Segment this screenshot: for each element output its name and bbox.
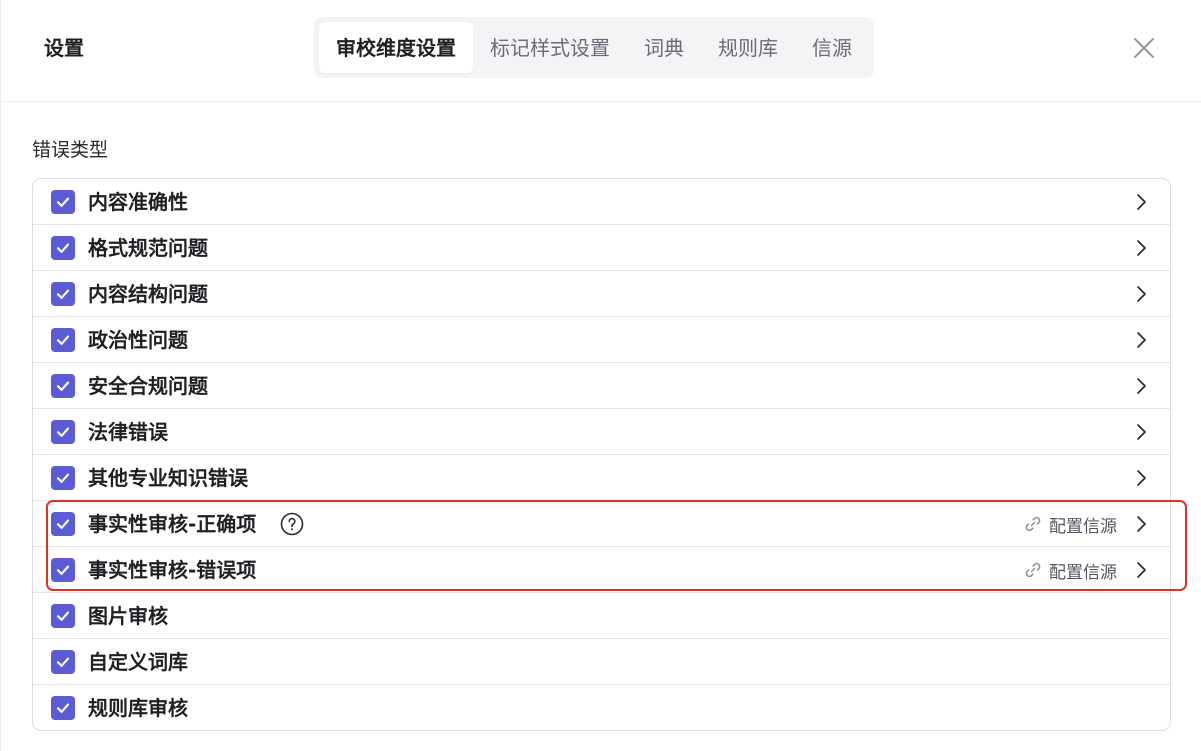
error-type-row[interactable]: 政治性问题 — [33, 317, 1170, 363]
dialog-title: 设置 — [44, 36, 84, 60]
error-type-row[interactable]: 内容结构问题 — [33, 271, 1170, 317]
check-icon — [56, 657, 70, 667]
checkbox[interactable] — [51, 190, 75, 214]
error-type-row[interactable]: 安全合规问题 — [33, 363, 1170, 409]
error-type-label: 事实性审核-错误项 — [88, 558, 257, 582]
settings-dialog: 设置 审校维度设置 标记样式设置 词典 规则库 信源 错误类型 内容准确性格式规… — [0, 0, 1201, 751]
link-icon — [1023, 514, 1043, 534]
chevron-right-icon[interactable] — [1130, 421, 1152, 443]
error-type-label: 事实性审核-正确项 — [88, 512, 257, 536]
error-type-row[interactable]: 格式规范问题 — [33, 225, 1170, 271]
chevron-right-icon[interactable] — [1130, 191, 1152, 213]
error-type-label: 自定义词库 — [88, 650, 188, 674]
chevron-right-icon[interactable] — [1130, 329, 1152, 351]
chevron-right-icon[interactable] — [1130, 283, 1152, 305]
error-type-label: 安全合规问题 — [88, 374, 208, 398]
chevron-right-icon[interactable] — [1130, 467, 1152, 489]
error-type-label: 其他专业知识错误 — [88, 466, 248, 490]
error-type-row[interactable]: 法律错误 — [33, 409, 1170, 455]
close-button[interactable] — [1129, 33, 1159, 63]
checkbox[interactable] — [51, 282, 75, 306]
check-icon — [56, 289, 70, 299]
tab-review-dimension-settings[interactable]: 审校维度设置 — [319, 22, 473, 73]
checkbox[interactable] — [51, 420, 75, 444]
configure-source-label: 配置信源 — [1049, 562, 1117, 583]
tab-bar: 审校维度设置 标记样式设置 词典 规则库 信源 — [314, 17, 874, 78]
error-type-label: 内容准确性 — [88, 190, 188, 214]
error-type-list: 内容准确性格式规范问题 内容结构问题 政治性问题安全合规问题 法律错误其他专业知识错误… — [32, 178, 1171, 731]
check-icon — [56, 381, 70, 391]
tab-information-source[interactable]: 信源 — [795, 22, 869, 73]
configure-source-link[interactable]: 配置信源 — [1023, 512, 1117, 537]
checkbox[interactable] — [51, 650, 75, 674]
chevron-right-icon[interactable] — [1130, 237, 1152, 259]
checkbox[interactable] — [51, 236, 75, 260]
check-icon — [56, 243, 70, 253]
dialog-header: 设置 审校维度设置 标记样式设置 词典 规则库 信源 — [1, 0, 1201, 102]
error-type-label: 规则库审核 — [88, 696, 188, 720]
help-icon[interactable] — [280, 512, 304, 536]
chevron-right-icon[interactable] — [1130, 559, 1152, 581]
check-icon — [56, 611, 70, 621]
checkbox[interactable] — [51, 604, 75, 628]
tab-dictionary[interactable]: 词典 — [627, 22, 701, 73]
link-icon — [1023, 560, 1043, 580]
error-type-label: 内容结构问题 — [88, 282, 208, 306]
error-type-row[interactable]: 事实性审核-正确项 配置信源 — [33, 501, 1170, 547]
error-type-row[interactable]: 其他专业知识错误 — [33, 455, 1170, 501]
chevron-right-icon[interactable] — [1130, 513, 1152, 535]
error-type-row[interactable]: 内容准确性 — [33, 179, 1170, 225]
checkbox[interactable] — [51, 374, 75, 398]
check-icon — [56, 703, 70, 713]
section-label-error-types: 错误类型 — [32, 139, 109, 161]
tab-mark-style-settings[interactable]: 标记样式设置 — [473, 22, 627, 73]
check-icon — [56, 427, 70, 437]
close-icon — [1134, 38, 1154, 58]
error-type-label: 格式规范问题 — [88, 236, 208, 260]
check-icon — [56, 197, 70, 207]
checkbox[interactable] — [51, 466, 75, 490]
error-type-row[interactable]: 自定义词库 — [33, 639, 1170, 685]
check-icon — [56, 473, 70, 483]
tab-rule-library[interactable]: 规则库 — [701, 22, 795, 73]
check-icon — [56, 519, 70, 529]
checkbox[interactable] — [51, 696, 75, 720]
error-type-row[interactable]: 图片审核 — [33, 593, 1170, 639]
error-type-label: 图片审核 — [88, 604, 168, 628]
error-type-row[interactable]: 规则库审核 — [33, 685, 1170, 730]
error-type-row[interactable]: 事实性审核-错误项 配置信源 — [33, 547, 1170, 593]
error-type-label: 政治性问题 — [88, 328, 188, 352]
error-type-label: 法律错误 — [88, 420, 168, 444]
configure-source-link[interactable]: 配置信源 — [1023, 558, 1117, 583]
chevron-right-icon[interactable] — [1130, 375, 1152, 397]
check-icon — [56, 335, 70, 345]
checkbox[interactable] — [51, 328, 75, 352]
checkbox[interactable] — [51, 512, 75, 536]
configure-source-label: 配置信源 — [1049, 516, 1117, 537]
check-icon — [56, 565, 70, 575]
checkbox[interactable] — [51, 558, 75, 582]
